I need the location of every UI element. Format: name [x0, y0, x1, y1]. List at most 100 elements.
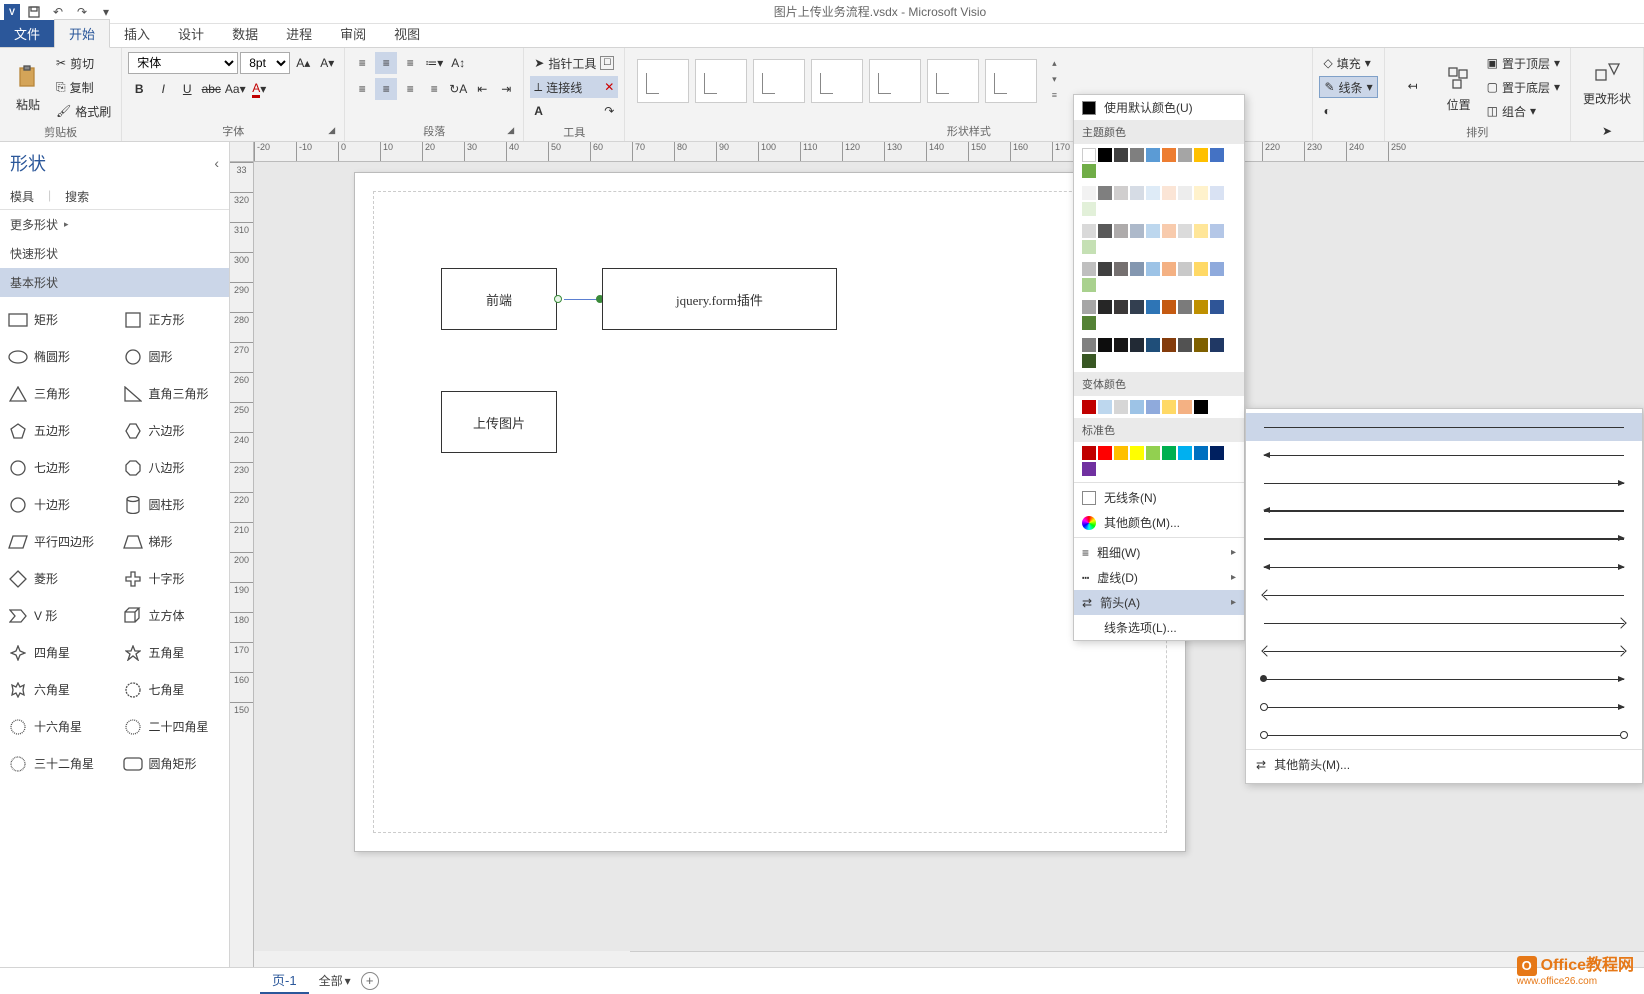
- color-swatch[interactable]: [1178, 446, 1192, 460]
- shape-stencil-item[interactable]: 菱形: [0, 560, 115, 597]
- shape-stencil-item[interactable]: 梯形: [115, 523, 230, 560]
- color-swatch[interactable]: [1098, 224, 1112, 238]
- color-swatch[interactable]: [1098, 400, 1112, 414]
- font-family-select[interactable]: 宋体: [128, 52, 238, 74]
- more-arrows-item[interactable]: ⇄ 其他箭头(M)...: [1246, 749, 1642, 779]
- shape-stencil-item[interactable]: 圆角矩形: [115, 745, 230, 782]
- color-swatch[interactable]: [1146, 148, 1160, 162]
- color-swatch[interactable]: [1210, 186, 1224, 200]
- color-swatch[interactable]: [1114, 262, 1128, 276]
- shape-stencil-item[interactable]: 直角三角形: [115, 375, 230, 412]
- color-swatch[interactable]: [1082, 400, 1096, 414]
- color-swatch[interactable]: [1082, 316, 1096, 330]
- align-right-icon[interactable]: ≡: [399, 78, 421, 100]
- color-swatch[interactable]: [1162, 300, 1176, 314]
- color-swatch[interactable]: [1130, 300, 1144, 314]
- color-swatch[interactable]: [1162, 186, 1176, 200]
- arrow-style-dot-arrow[interactable]: [1246, 665, 1642, 693]
- color-swatch[interactable]: [1194, 224, 1208, 238]
- color-swatch[interactable]: [1194, 262, 1208, 276]
- bring-front-button[interactable]: ▣置于顶层▾: [1483, 52, 1564, 74]
- copy-button[interactable]: ⎘复制: [52, 76, 115, 98]
- color-swatch[interactable]: [1114, 224, 1128, 238]
- shape-stencil-item[interactable]: 三十二角星: [0, 745, 115, 782]
- arrow-style-both[interactable]: [1246, 553, 1642, 581]
- color-swatch[interactable]: [1082, 300, 1096, 314]
- color-swatch[interactable]: [1194, 446, 1208, 460]
- style-item[interactable]: [753, 59, 805, 103]
- effects-button[interactable]: ◐: [1319, 100, 1377, 122]
- color-swatch[interactable]: [1082, 240, 1096, 254]
- gallery-down-icon[interactable]: ▾: [1047, 74, 1061, 88]
- color-swatch[interactable]: [1178, 400, 1192, 414]
- horizontal-scrollbar[interactable]: [630, 951, 1644, 967]
- group-button[interactable]: ◫组合▾: [1483, 100, 1564, 122]
- style-item[interactable]: [869, 59, 921, 103]
- format-painter-button[interactable]: 🖌格式刷: [52, 100, 115, 122]
- paragraph-dialog-launcher[interactable]: ◢: [507, 125, 521, 139]
- shape-stencil-item[interactable]: 三角形: [0, 375, 115, 412]
- color-swatch[interactable]: [1194, 148, 1208, 162]
- stencils-tab[interactable]: 模具: [10, 188, 34, 205]
- color-swatch[interactable]: [1210, 446, 1224, 460]
- color-swatch[interactable]: [1082, 202, 1096, 216]
- color-swatch[interactable]: [1130, 338, 1144, 352]
- color-swatch[interactable]: [1114, 186, 1128, 200]
- shape-stencil-item[interactable]: 七边形: [0, 449, 115, 486]
- arrow-style-open-both[interactable]: [1246, 637, 1642, 665]
- shape-stencil-item[interactable]: 八边形: [115, 449, 230, 486]
- color-swatch[interactable]: [1178, 148, 1192, 162]
- color-swatch[interactable]: [1082, 338, 1096, 352]
- shape-stencil-item[interactable]: 圆柱形: [115, 486, 230, 523]
- shape-stencil-item[interactable]: 四角星: [0, 634, 115, 671]
- send-back-button[interactable]: ▢置于底层▾: [1483, 76, 1564, 98]
- dashes-item[interactable]: ┅ 虚线(D)▸: [1074, 565, 1244, 590]
- color-swatch[interactable]: [1098, 262, 1112, 276]
- color-swatch[interactable]: [1082, 354, 1096, 368]
- color-swatch[interactable]: [1178, 338, 1192, 352]
- drawing-page[interactable]: 前端 jquery.form插件 上传图片: [354, 172, 1186, 852]
- color-swatch[interactable]: [1082, 148, 1096, 162]
- italic-icon[interactable]: I: [152, 78, 174, 100]
- shape-stencil-item[interactable]: 十字形: [115, 560, 230, 597]
- all-pages-button[interactable]: 全部 ▾: [319, 972, 351, 989]
- tab-process[interactable]: 进程: [272, 20, 326, 47]
- line-options-item[interactable]: 线条选项(L)...: [1074, 615, 1244, 640]
- line-button[interactable]: ✎线条▾: [1319, 76, 1377, 98]
- color-swatch[interactable]: [1098, 148, 1112, 162]
- shape-stencil-item[interactable]: 矩形: [0, 301, 115, 338]
- color-swatch[interactable]: [1098, 446, 1112, 460]
- color-swatch[interactable]: [1210, 300, 1224, 314]
- shape-stencil-item[interactable]: 立方体: [115, 597, 230, 634]
- shape-stencil-item[interactable]: 七角星: [115, 671, 230, 708]
- shape-stencil-item[interactable]: 椭圆形: [0, 338, 115, 375]
- underline-icon[interactable]: U: [176, 78, 198, 100]
- tab-review[interactable]: 审阅: [326, 20, 380, 47]
- bullets-icon[interactable]: ≔▾: [423, 52, 445, 74]
- shape-stencil-item[interactable]: 五角星: [115, 634, 230, 671]
- align-center-icon[interactable]: ≡: [375, 78, 397, 100]
- color-swatch[interactable]: [1114, 300, 1128, 314]
- color-swatch[interactable]: [1178, 186, 1192, 200]
- decrease-indent-icon[interactable]: ⇤: [471, 78, 493, 100]
- color-swatch[interactable]: [1130, 186, 1144, 200]
- font-size-select[interactable]: 8pt: [240, 52, 290, 74]
- rotate-text-icon[interactable]: ↻A: [447, 78, 469, 100]
- color-swatch[interactable]: [1082, 164, 1096, 178]
- color-swatch[interactable]: [1178, 224, 1192, 238]
- tab-home[interactable]: 开始: [54, 19, 110, 48]
- align-bottom-icon[interactable]: ≡: [399, 52, 421, 74]
- color-swatch[interactable]: [1162, 224, 1176, 238]
- shape-stencil-item[interactable]: 六边形: [115, 412, 230, 449]
- grow-font-icon[interactable]: A▴: [292, 52, 314, 74]
- shape-stencil-item[interactable]: 十六角星: [0, 708, 115, 745]
- color-swatch[interactable]: [1082, 446, 1096, 460]
- connector-tool[interactable]: ⟂连接线✕: [530, 76, 618, 98]
- color-swatch[interactable]: [1130, 224, 1144, 238]
- tab-insert[interactable]: 插入: [110, 20, 164, 47]
- color-swatch[interactable]: [1082, 262, 1096, 276]
- text-tool[interactable]: A↷: [530, 100, 618, 122]
- paste-button[interactable]: 粘贴: [6, 52, 50, 122]
- tab-data[interactable]: 数据: [218, 20, 272, 47]
- shape-stencil-item[interactable]: 六角星: [0, 671, 115, 708]
